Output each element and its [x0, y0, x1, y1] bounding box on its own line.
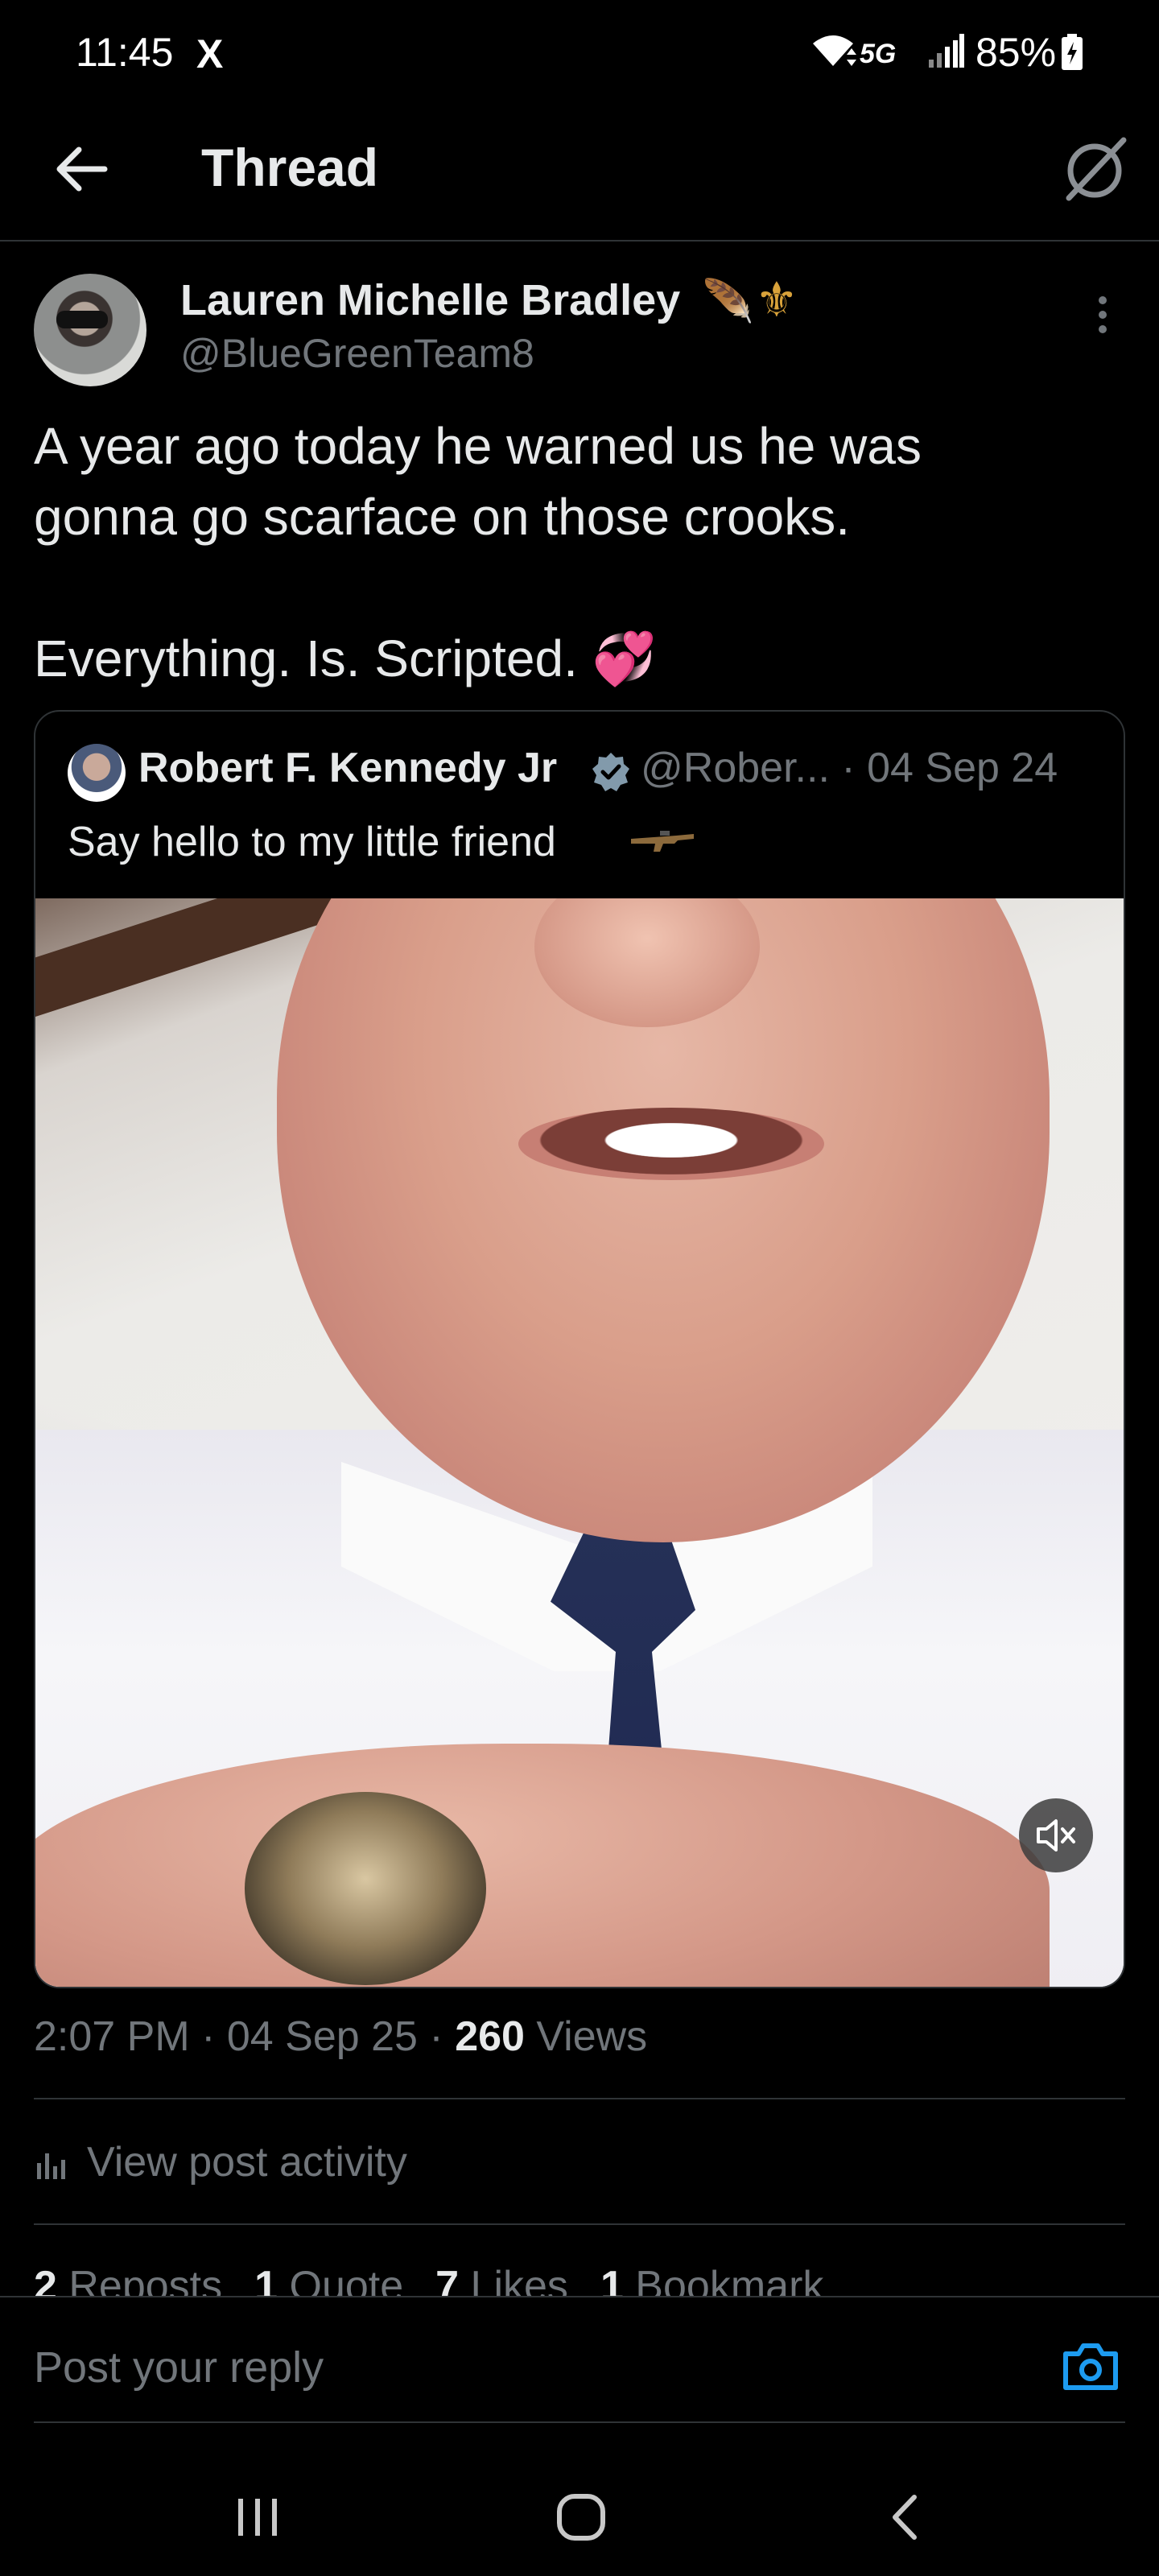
- camera-icon[interactable]: [1061, 2341, 1120, 2392]
- rifle-emoji-icon: [631, 831, 694, 852]
- post-meta: 2:07 PM · 04 Sep 25 · 260 Views: [34, 2013, 647, 2061]
- reply-bar: Post your reply: [0, 2296, 1159, 2424]
- author-name[interactable]: Lauren Michelle Bradley: [180, 275, 680, 325]
- status-time: 11:45: [76, 30, 174, 75]
- page-title: Thread: [201, 138, 379, 197]
- speaker-muted-icon: [1037, 1819, 1075, 1852]
- analytics-icon: [37, 2153, 65, 2180]
- x-app-icon: X: [196, 31, 224, 76]
- quoted-post-card[interactable]: Robert F. Kennedy Jr @Rober... · 04 Sep …: [34, 710, 1125, 1988]
- home-icon[interactable]: [557, 2494, 605, 2541]
- divider: [34, 2098, 1125, 2099]
- battery-icon: [1062, 34, 1083, 70]
- quoted-author-avatar[interactable]: [68, 744, 126, 802]
- chevron-left-icon[interactable]: [889, 2492, 921, 2542]
- author-avatar[interactable]: [34, 274, 146, 386]
- reply-input[interactable]: Post your reply: [34, 2343, 324, 2392]
- status-bar: 11:45 X 5G 85%: [0, 0, 1159, 105]
- feather-emoji-icon: 🪶: [702, 279, 754, 325]
- grok-icon[interactable]: [1054, 129, 1135, 209]
- wifi-icon: [813, 35, 856, 66]
- network-type: 5G: [860, 39, 897, 69]
- recents-icon[interactable]: [233, 2496, 282, 2539]
- more-options-icon[interactable]: [1079, 290, 1127, 354]
- system-nav-bar: [0, 2423, 1159, 2576]
- quoted-author-name: Robert F. Kennedy Jr: [138, 745, 558, 791]
- signal-icon: [929, 34, 964, 68]
- post-time-date: 2:07 PM · 04 Sep 25 ·: [34, 2013, 456, 2060]
- views-label: Views: [524, 2013, 648, 2060]
- arrow-left-icon[interactable]: [48, 137, 113, 201]
- post-text: A year ago today he warned us he was gon…: [34, 417, 922, 687]
- divider: [34, 2223, 1125, 2225]
- verified-badge-icon: [592, 753, 629, 791]
- quoted-post-text: Say hello to my little friend: [68, 819, 556, 865]
- mute-toggle[interactable]: [1019, 1798, 1093, 1872]
- battery-percent: 85%: [975, 30, 1057, 75]
- author-handle[interactable]: @BlueGreenTeam8: [180, 330, 534, 377]
- video-player[interactable]: [35, 898, 1124, 1987]
- fleur-de-lis-emoji-icon: ⚜: [755, 273, 798, 327]
- views-count: 260: [455, 2013, 525, 2060]
- quoted-handle-date: @Rober... · 04 Sep 24: [641, 745, 1058, 791]
- view-post-activity-label: View post activity: [87, 2139, 407, 2186]
- view-post-activity[interactable]: View post activity: [34, 2138, 407, 2186]
- top-app-bar: Thread: [0, 105, 1159, 242]
